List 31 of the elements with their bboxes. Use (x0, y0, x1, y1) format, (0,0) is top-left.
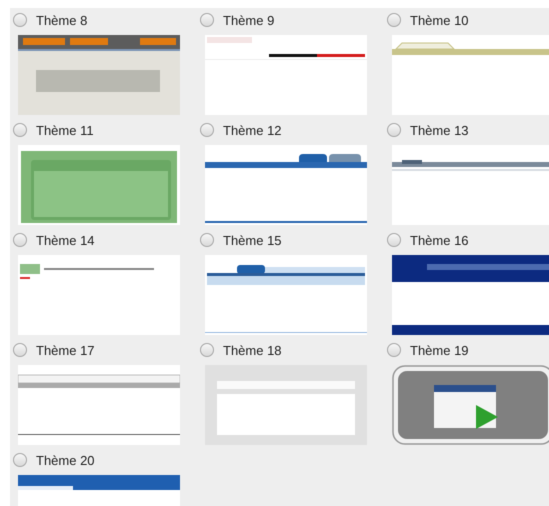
radio-button[interactable] (13, 343, 27, 357)
radio-button[interactable] (200, 123, 214, 137)
theme-label: Thème 13 (410, 122, 469, 138)
radio-button[interactable] (387, 343, 401, 357)
theme-label: Thème 11 (36, 122, 94, 138)
theme-label: Thème 17 (36, 342, 95, 358)
theme-preview-drawing[interactable] (392, 255, 549, 335)
theme-preview-drawing[interactable] (205, 35, 367, 115)
radio-button[interactable] (13, 453, 27, 467)
radio-button[interactable] (13, 123, 27, 137)
theme-label: Thème 18 (223, 342, 282, 358)
theme-label: Thème 9 (223, 12, 274, 28)
theme-label: Thème 14 (36, 232, 95, 248)
theme-label: Thème 16 (410, 232, 469, 248)
radio-button[interactable] (387, 233, 401, 247)
theme-label: Thème 10 (410, 12, 469, 28)
theme-label: Thème 20 (36, 452, 95, 468)
theme-preview-drawing[interactable] (392, 365, 549, 445)
radio-button[interactable] (387, 123, 401, 137)
radio-button[interactable] (13, 13, 27, 27)
theme-label: Thème 12 (223, 122, 282, 138)
radio-button[interactable] (200, 13, 214, 27)
radio-button[interactable] (200, 343, 214, 357)
theme-label: Thème 8 (36, 12, 88, 28)
theme-preview-drawing[interactable] (205, 255, 367, 335)
theme-label: Thème 19 (410, 342, 469, 358)
radio-button[interactable] (200, 233, 214, 247)
theme-label: Thème 15 (223, 232, 282, 248)
theme-preview-drawing[interactable] (205, 145, 367, 225)
radio-button[interactable] (387, 13, 401, 27)
radio-button[interactable] (13, 233, 27, 247)
